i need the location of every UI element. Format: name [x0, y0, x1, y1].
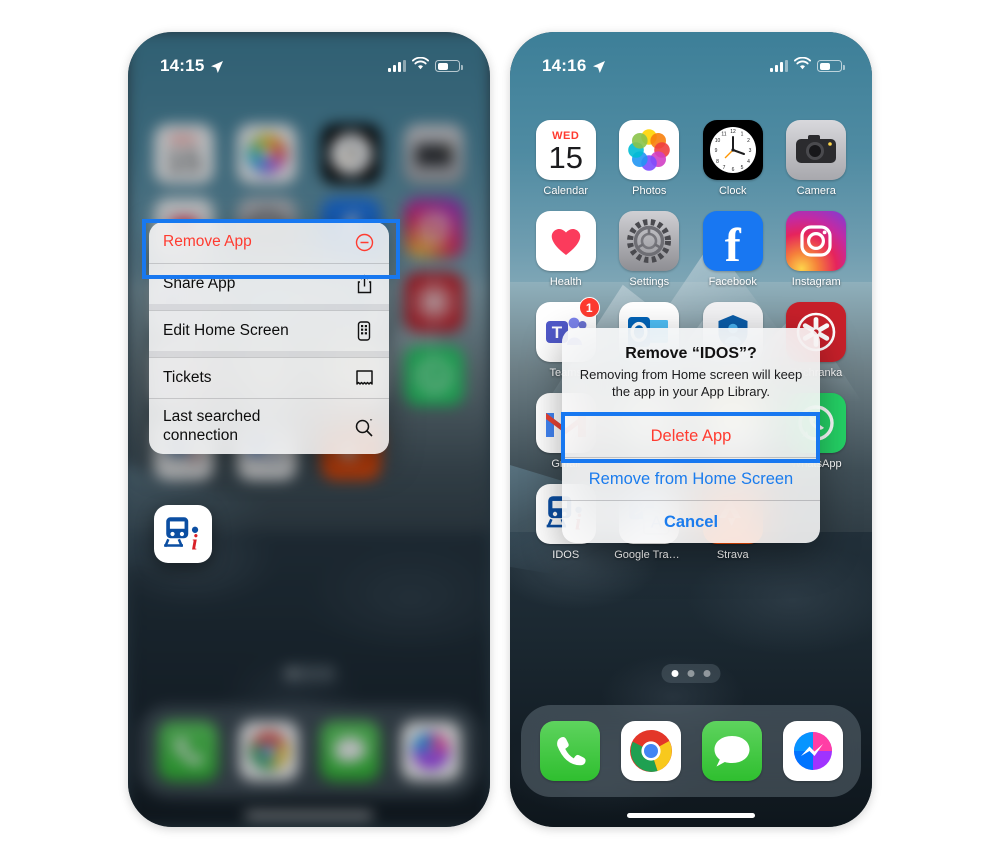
- page-dot: [687, 670, 695, 677]
- svg-text:2: 2: [747, 138, 750, 144]
- clock-icon: 12 3 6 9 12 45 7 8 10 11: [702, 120, 763, 180]
- alert-button-remove-from-home-screen[interactable]: Remove from Home Screen: [562, 457, 820, 500]
- context-menu-label: Tickets: [163, 368, 212, 386]
- focused-app-idos[interactable]: i: [154, 505, 212, 563]
- app-calendar[interactable]: WED 15 Calendar: [531, 120, 601, 197]
- svg-text:10: 10: [714, 138, 720, 144]
- battery-icon: [817, 60, 845, 72]
- dock-messages-icon[interactable]: [701, 721, 762, 781]
- svg-text:4: 4: [747, 159, 750, 165]
- screenshot-stage: WED 15 i A 14:15 i Remove App Share App …: [0, 0, 1000, 859]
- app-row: WED 15 Calendar Photos 12 3 6 9 1 2 4 5 …: [510, 120, 872, 197]
- cellular-bars-icon: [388, 60, 406, 72]
- left-status-bar: 14:15: [128, 32, 490, 84]
- app-row: Health Settings f Facebook Instagram: [510, 211, 872, 288]
- wifi-icon: [412, 56, 429, 75]
- app-settings[interactable]: Settings: [614, 211, 684, 288]
- context-menu-label: Edit Home Screen: [163, 321, 289, 339]
- page-dots[interactable]: [661, 664, 721, 683]
- svg-text:12: 12: [730, 129, 736, 135]
- cellular-bars-icon: [770, 60, 788, 72]
- svg-text:5: 5: [740, 165, 743, 171]
- svg-text:3: 3: [748, 148, 751, 154]
- location-arrow-icon: [592, 59, 606, 73]
- health-icon: [535, 211, 596, 271]
- ticket-icon: [353, 367, 375, 389]
- app-health[interactable]: Health: [531, 211, 601, 288]
- page-dot: [703, 670, 711, 677]
- context-menu-item-remove-app[interactable]: Remove App: [149, 222, 389, 263]
- context-menu-label: Last searched connection: [163, 407, 261, 444]
- svg-text:T: T: [552, 323, 563, 342]
- instagram-icon: [786, 211, 847, 271]
- alert-header: Remove “IDOS”? Removing from Home screen…: [562, 328, 820, 414]
- context-menu-label: Remove App: [163, 233, 252, 251]
- right-dock: [521, 705, 861, 797]
- svg-text:6: 6: [731, 167, 734, 173]
- phone-left: WED 15 i A 14:15 i Remove App Share App …: [128, 32, 490, 827]
- svg-text:8: 8: [716, 159, 719, 165]
- svg-text:11: 11: [721, 132, 726, 138]
- facebook-icon: f: [702, 211, 763, 271]
- app-label: Health: [549, 276, 582, 288]
- app-context-menu: Remove App Share App Edit Home Screen Ti…: [149, 222, 389, 454]
- svg-text:”: ”: [370, 419, 373, 426]
- status-time: 14:15: [160, 56, 205, 75]
- dock-phone-icon[interactable]: [539, 721, 600, 781]
- context-menu-item-share-app[interactable]: Share App: [149, 263, 389, 304]
- alert-title: Remove “IDOS”?: [625, 345, 757, 362]
- app-label: Clock: [718, 185, 747, 197]
- app-camera[interactable]: Camera: [781, 120, 851, 197]
- calendar-day-number: 15: [548, 140, 583, 175]
- home-indicator: [627, 813, 755, 818]
- app-label: Camera: [796, 185, 836, 197]
- alert-button-delete-app[interactable]: Delete App: [562, 414, 820, 457]
- calendar-icon: WED 15: [535, 120, 596, 180]
- app-label: Calendar: [543, 185, 589, 197]
- alert-message: Removing from Home screen will keep the …: [579, 367, 803, 399]
- right-status-bar: 14:16: [510, 32, 872, 84]
- dock-chrome-icon[interactable]: [620, 721, 681, 781]
- app-label: Facebook: [708, 276, 757, 288]
- camera-icon: [786, 120, 847, 180]
- wifi-icon: [794, 56, 811, 75]
- context-menu-item-tickets[interactable]: Tickets: [149, 357, 389, 398]
- app-label: Instagram: [791, 276, 841, 288]
- share-icon: [353, 273, 375, 295]
- edit-home-screen-icon: [353, 320, 375, 342]
- search-icon: ”: [353, 416, 375, 438]
- settings-gear-icon: [619, 211, 680, 271]
- svg-text:7: 7: [722, 165, 725, 171]
- phone-right: 14:16 WED 15 Calendar Photos 12 3 6 9 1 …: [510, 32, 872, 827]
- context-menu-label: Share App: [163, 274, 236, 292]
- app-photos[interactable]: Photos: [614, 120, 684, 197]
- app-label: IDOS: [552, 549, 580, 561]
- battery-icon: [435, 60, 463, 72]
- photos-icon: [619, 120, 680, 180]
- idos-train-icon: i: [164, 517, 198, 555]
- app-clock[interactable]: 12 3 6 9 12 45 7 8 10 11 Clock: [698, 120, 768, 197]
- remove-app-alert: Remove “IDOS”? Removing from Home screen…: [562, 328, 820, 544]
- context-menu-item-last-searched-connection[interactable]: Last searched connection ”: [149, 398, 389, 454]
- minus-circle-icon: [353, 232, 375, 254]
- app-instagram[interactable]: Instagram: [781, 211, 851, 288]
- alert-button-cancel[interactable]: Cancel: [562, 500, 820, 543]
- app-label: Settings: [629, 276, 670, 288]
- location-arrow-icon: [210, 59, 224, 73]
- app-label: Google Translate: [614, 549, 684, 561]
- svg-text:i: i: [191, 530, 198, 555]
- app-facebook[interactable]: f Facebook: [698, 211, 768, 288]
- context-menu-item-edit-home-screen[interactable]: Edit Home Screen: [149, 310, 389, 351]
- app-label: Photos: [632, 185, 667, 197]
- status-time: 14:16: [542, 56, 587, 75]
- teams-badge: 1: [578, 297, 600, 318]
- svg-text:1: 1: [740, 132, 743, 138]
- svg-text:9: 9: [714, 148, 717, 154]
- app-label: Strava: [716, 549, 749, 561]
- page-dot-active: [671, 670, 679, 677]
- dock-messenger-icon[interactable]: [782, 721, 843, 781]
